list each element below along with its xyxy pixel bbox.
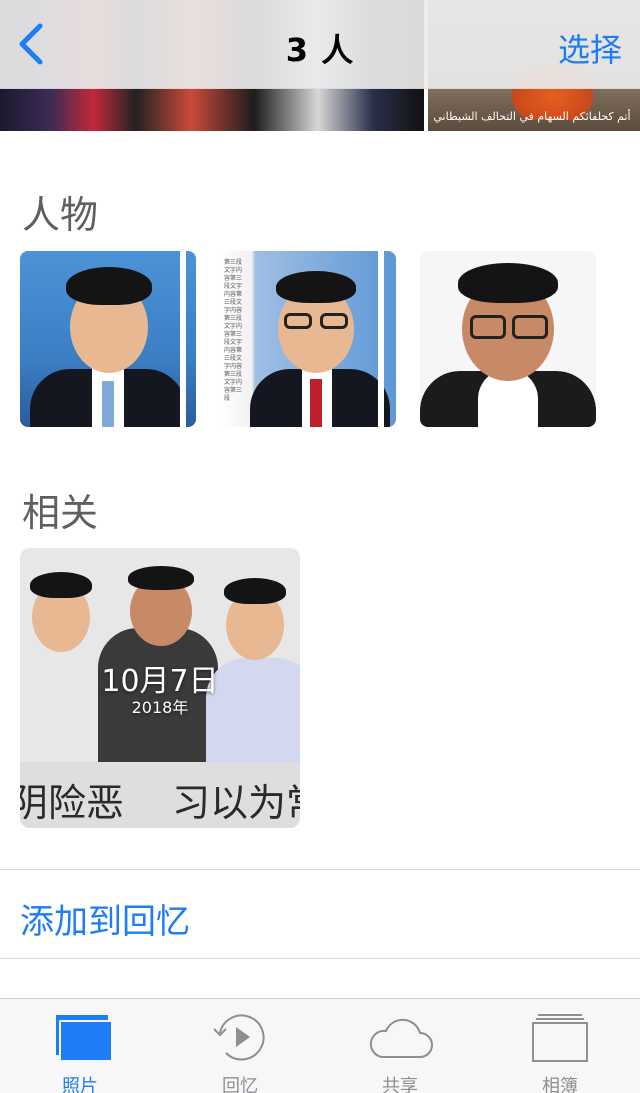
section-title-people: 人物 xyxy=(22,193,99,237)
tab-albums[interactable]: 相簿 xyxy=(480,999,640,1093)
tab-label: 共享 xyxy=(382,1076,418,1093)
tab-memories[interactable]: 回忆 xyxy=(160,999,320,1093)
tab-bar: 照片 回忆 共享 相簿 xyxy=(0,998,640,1093)
add-to-memories-button[interactable]: 添加到回忆 xyxy=(20,894,190,943)
divider xyxy=(0,958,640,959)
memory-year: 2018年 xyxy=(131,698,189,717)
thumbnail-caption: أتم كحلفائكم السهام في التحالف الشيطاني xyxy=(433,110,631,123)
page-title: 3 人 xyxy=(285,31,355,69)
person-thumbnail[interactable]: 第三段文字内容第三段文字内容第三段文字内容第三段文字内容第三段文字内容第三段文字… xyxy=(220,251,396,427)
section-title-related: 相关 xyxy=(22,491,99,535)
tab-shared[interactable]: 共享 xyxy=(320,999,480,1093)
caption-right: 习以为常 xyxy=(172,781,300,825)
select-button[interactable]: 选择 xyxy=(558,25,622,71)
tab-label: 照片 xyxy=(62,1076,98,1093)
person-thumbnail[interactable] xyxy=(420,251,596,427)
cloud-icon xyxy=(369,1018,433,1058)
navigation-bar: 3 人 选择 xyxy=(0,0,640,89)
memories-icon xyxy=(213,1014,265,1061)
tab-label: 相簿 xyxy=(542,1076,578,1093)
person-thumbnail[interactable] xyxy=(20,251,196,427)
albums-icon xyxy=(532,1014,588,1062)
memory-caption: 阴险恶 习以为常 xyxy=(20,762,300,828)
add-to-memories-row[interactable]: 添加到回忆 xyxy=(0,870,640,958)
caption-left: 阴险恶 xyxy=(20,781,125,825)
tab-photos[interactable]: 照片 xyxy=(0,999,160,1093)
related-memory-card[interactable]: 10月7日 2018年 阴险恶习以为常 xyxy=(20,548,300,828)
tab-label: 回忆 xyxy=(222,1076,258,1093)
photos-icon xyxy=(56,1015,113,1062)
